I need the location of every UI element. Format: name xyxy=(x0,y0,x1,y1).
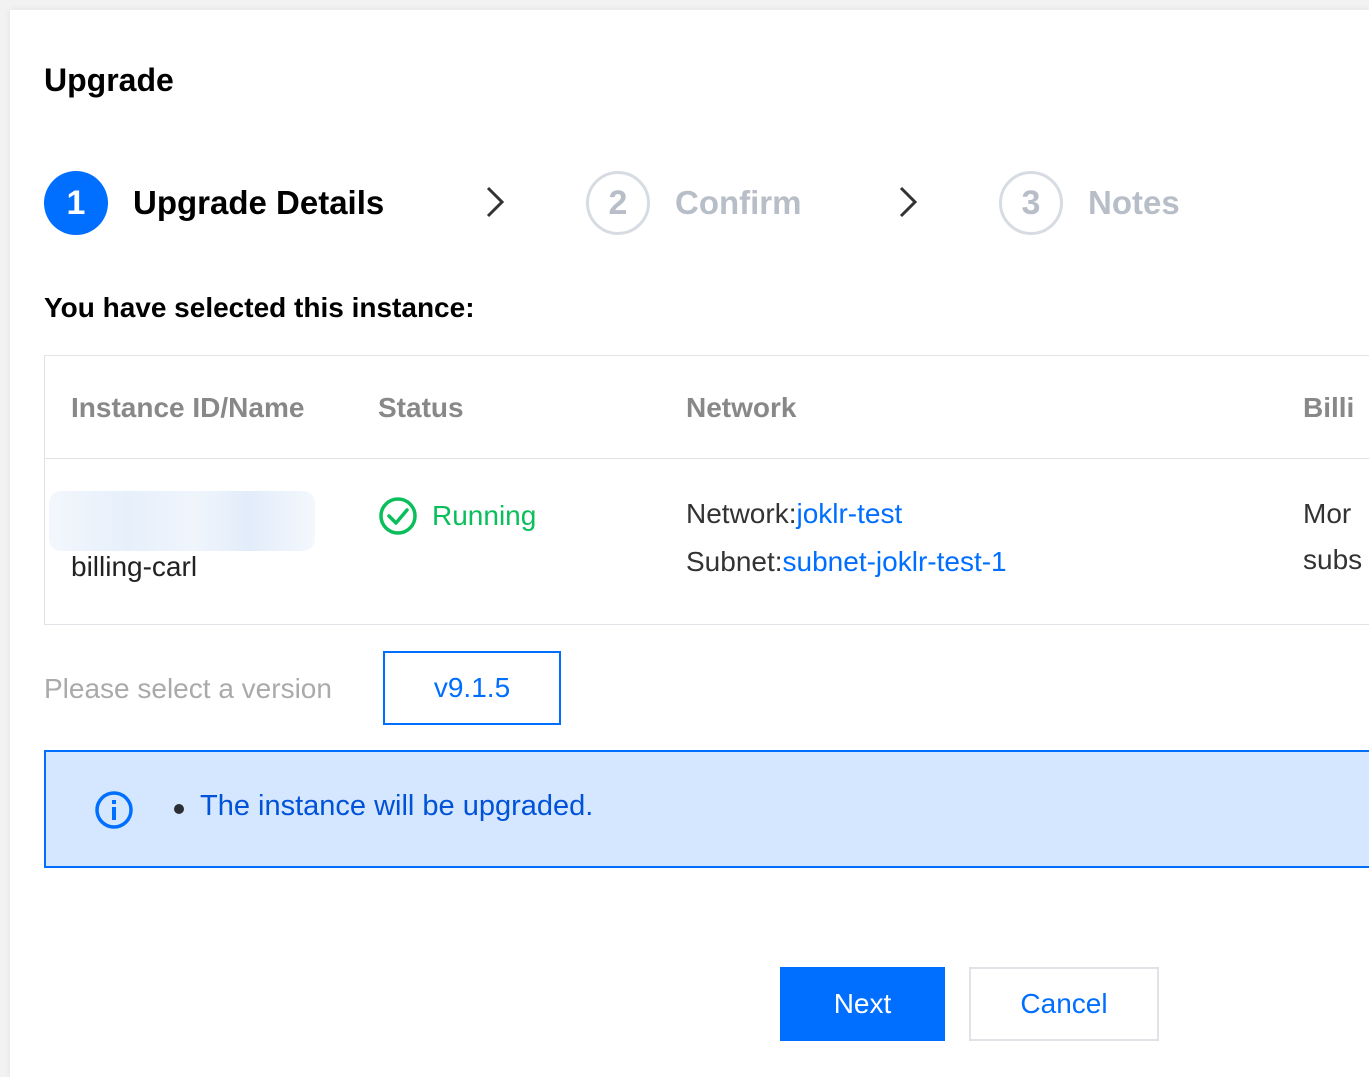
subnet-line: Subnet:subnet-joklr-test-1 xyxy=(686,546,1007,578)
version-label: Please select a version xyxy=(44,673,332,704)
notice-text: The instance will be upgraded. xyxy=(200,790,594,822)
subnet-link[interactable]: subnet-joklr-test-1 xyxy=(783,546,1007,577)
cancel-button[interactable]: Cancel xyxy=(969,967,1159,1041)
billing-line-2: subs xyxy=(1303,544,1363,575)
instance-table: Instance ID/Name Status Network Billi bi… xyxy=(44,355,1369,625)
step-notes: 3 Notes xyxy=(999,168,1180,238)
redacted-instance-id xyxy=(49,491,315,551)
subnet-label: Subnet: xyxy=(686,546,783,577)
network-link[interactable]: joklr-test xyxy=(796,498,902,529)
instance-name: billing-carl xyxy=(71,551,198,582)
next-button[interactable]: Next xyxy=(780,967,945,1041)
status-badge: Running xyxy=(378,496,536,536)
upgrade-dialog: Upgrade 1 Upgrade Details 2 Confirm 3 No… xyxy=(10,10,1369,1077)
step-confirm: 2 Confirm xyxy=(586,168,802,238)
step-label-upgrade-details: Upgrade Details xyxy=(133,184,385,221)
step-upgrade-details: 1 Upgrade Details xyxy=(44,168,384,238)
info-icon xyxy=(95,791,133,829)
info-notice: The instance will be upgraded. xyxy=(44,750,1369,868)
section-label: You have selected this instance: xyxy=(44,292,475,323)
chevron-right-icon xyxy=(899,186,918,218)
table-header: Instance ID/Name Status Network Billi xyxy=(45,356,1369,459)
billing-line-1: Mor xyxy=(1303,498,1352,529)
column-header-status: Status xyxy=(378,392,464,423)
column-header-instance: Instance ID/Name xyxy=(71,392,305,423)
step-number-1: 1 xyxy=(44,171,108,235)
network-label: Network: xyxy=(686,498,797,529)
step-label-confirm: Confirm xyxy=(675,184,802,221)
bullet-dot xyxy=(174,804,184,814)
network-line: Network:joklr-test xyxy=(686,498,902,530)
step-number-2: 2 xyxy=(586,171,650,235)
check-circle-icon xyxy=(379,497,417,535)
version-selector[interactable]: v9.1.5 xyxy=(383,651,561,725)
step-number-3: 3 xyxy=(999,171,1063,235)
column-header-billing: Billi xyxy=(1303,392,1355,423)
chevron-right-icon xyxy=(486,186,505,218)
column-header-network: Network xyxy=(686,392,797,423)
step-label-notes: Notes xyxy=(1088,184,1180,221)
dialog-title: Upgrade xyxy=(44,62,174,98)
status-text: Running xyxy=(432,500,537,531)
